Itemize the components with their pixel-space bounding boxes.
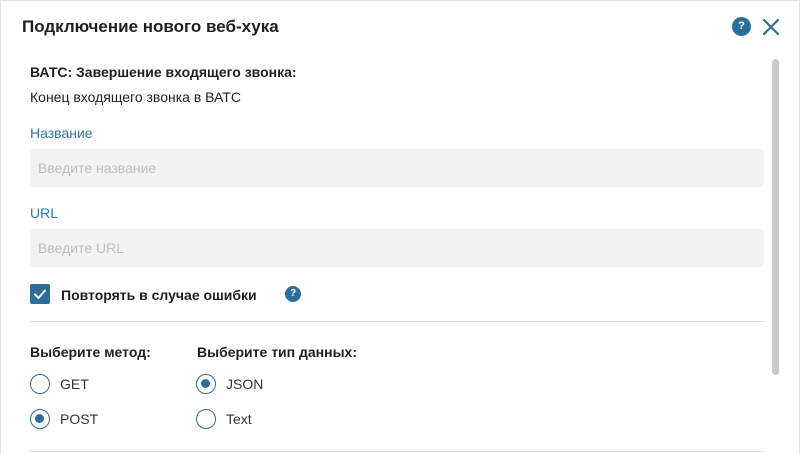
data-type-text-label: Text	[226, 411, 252, 427]
help-icon[interactable]: ?	[732, 17, 751, 36]
event-description: Конец входящего звонка в ВАТС	[30, 89, 241, 105]
method-title: Выберите метод:	[30, 344, 151, 360]
retry-label: Повторять в случае ошибки	[61, 287, 257, 303]
url-label: URL	[30, 205, 59, 221]
data-type-text-radio[interactable]	[196, 409, 216, 429]
retry-checkbox[interactable]	[30, 284, 50, 304]
close-icon[interactable]	[761, 17, 781, 37]
retry-help-icon[interactable]: ?	[285, 286, 301, 302]
checkmark-icon	[34, 289, 46, 299]
dialog-title: Подключение нового веб-хука	[22, 17, 279, 36]
data-type-title: Выберите тип данных:	[197, 344, 357, 360]
data-type-json-radio[interactable]	[196, 374, 216, 394]
event-title: ВАТС: Завершение входящего звонка:	[30, 64, 297, 80]
url-input[interactable]	[30, 229, 764, 267]
method-post-radio[interactable]	[30, 409, 50, 429]
name-label: Название	[30, 125, 93, 141]
scrollbar[interactable]	[772, 59, 779, 375]
method-get-radio[interactable]	[30, 374, 50, 394]
method-get-label: GET	[60, 376, 89, 392]
webhook-dialog: Подключение нового веб-хука ? ВАТС: Заве…	[0, 0, 800, 454]
method-post-label: POST	[60, 411, 99, 427]
name-input[interactable]	[30, 149, 764, 187]
divider	[30, 451, 764, 452]
data-type-json-label: JSON	[226, 376, 264, 392]
divider	[30, 321, 764, 322]
